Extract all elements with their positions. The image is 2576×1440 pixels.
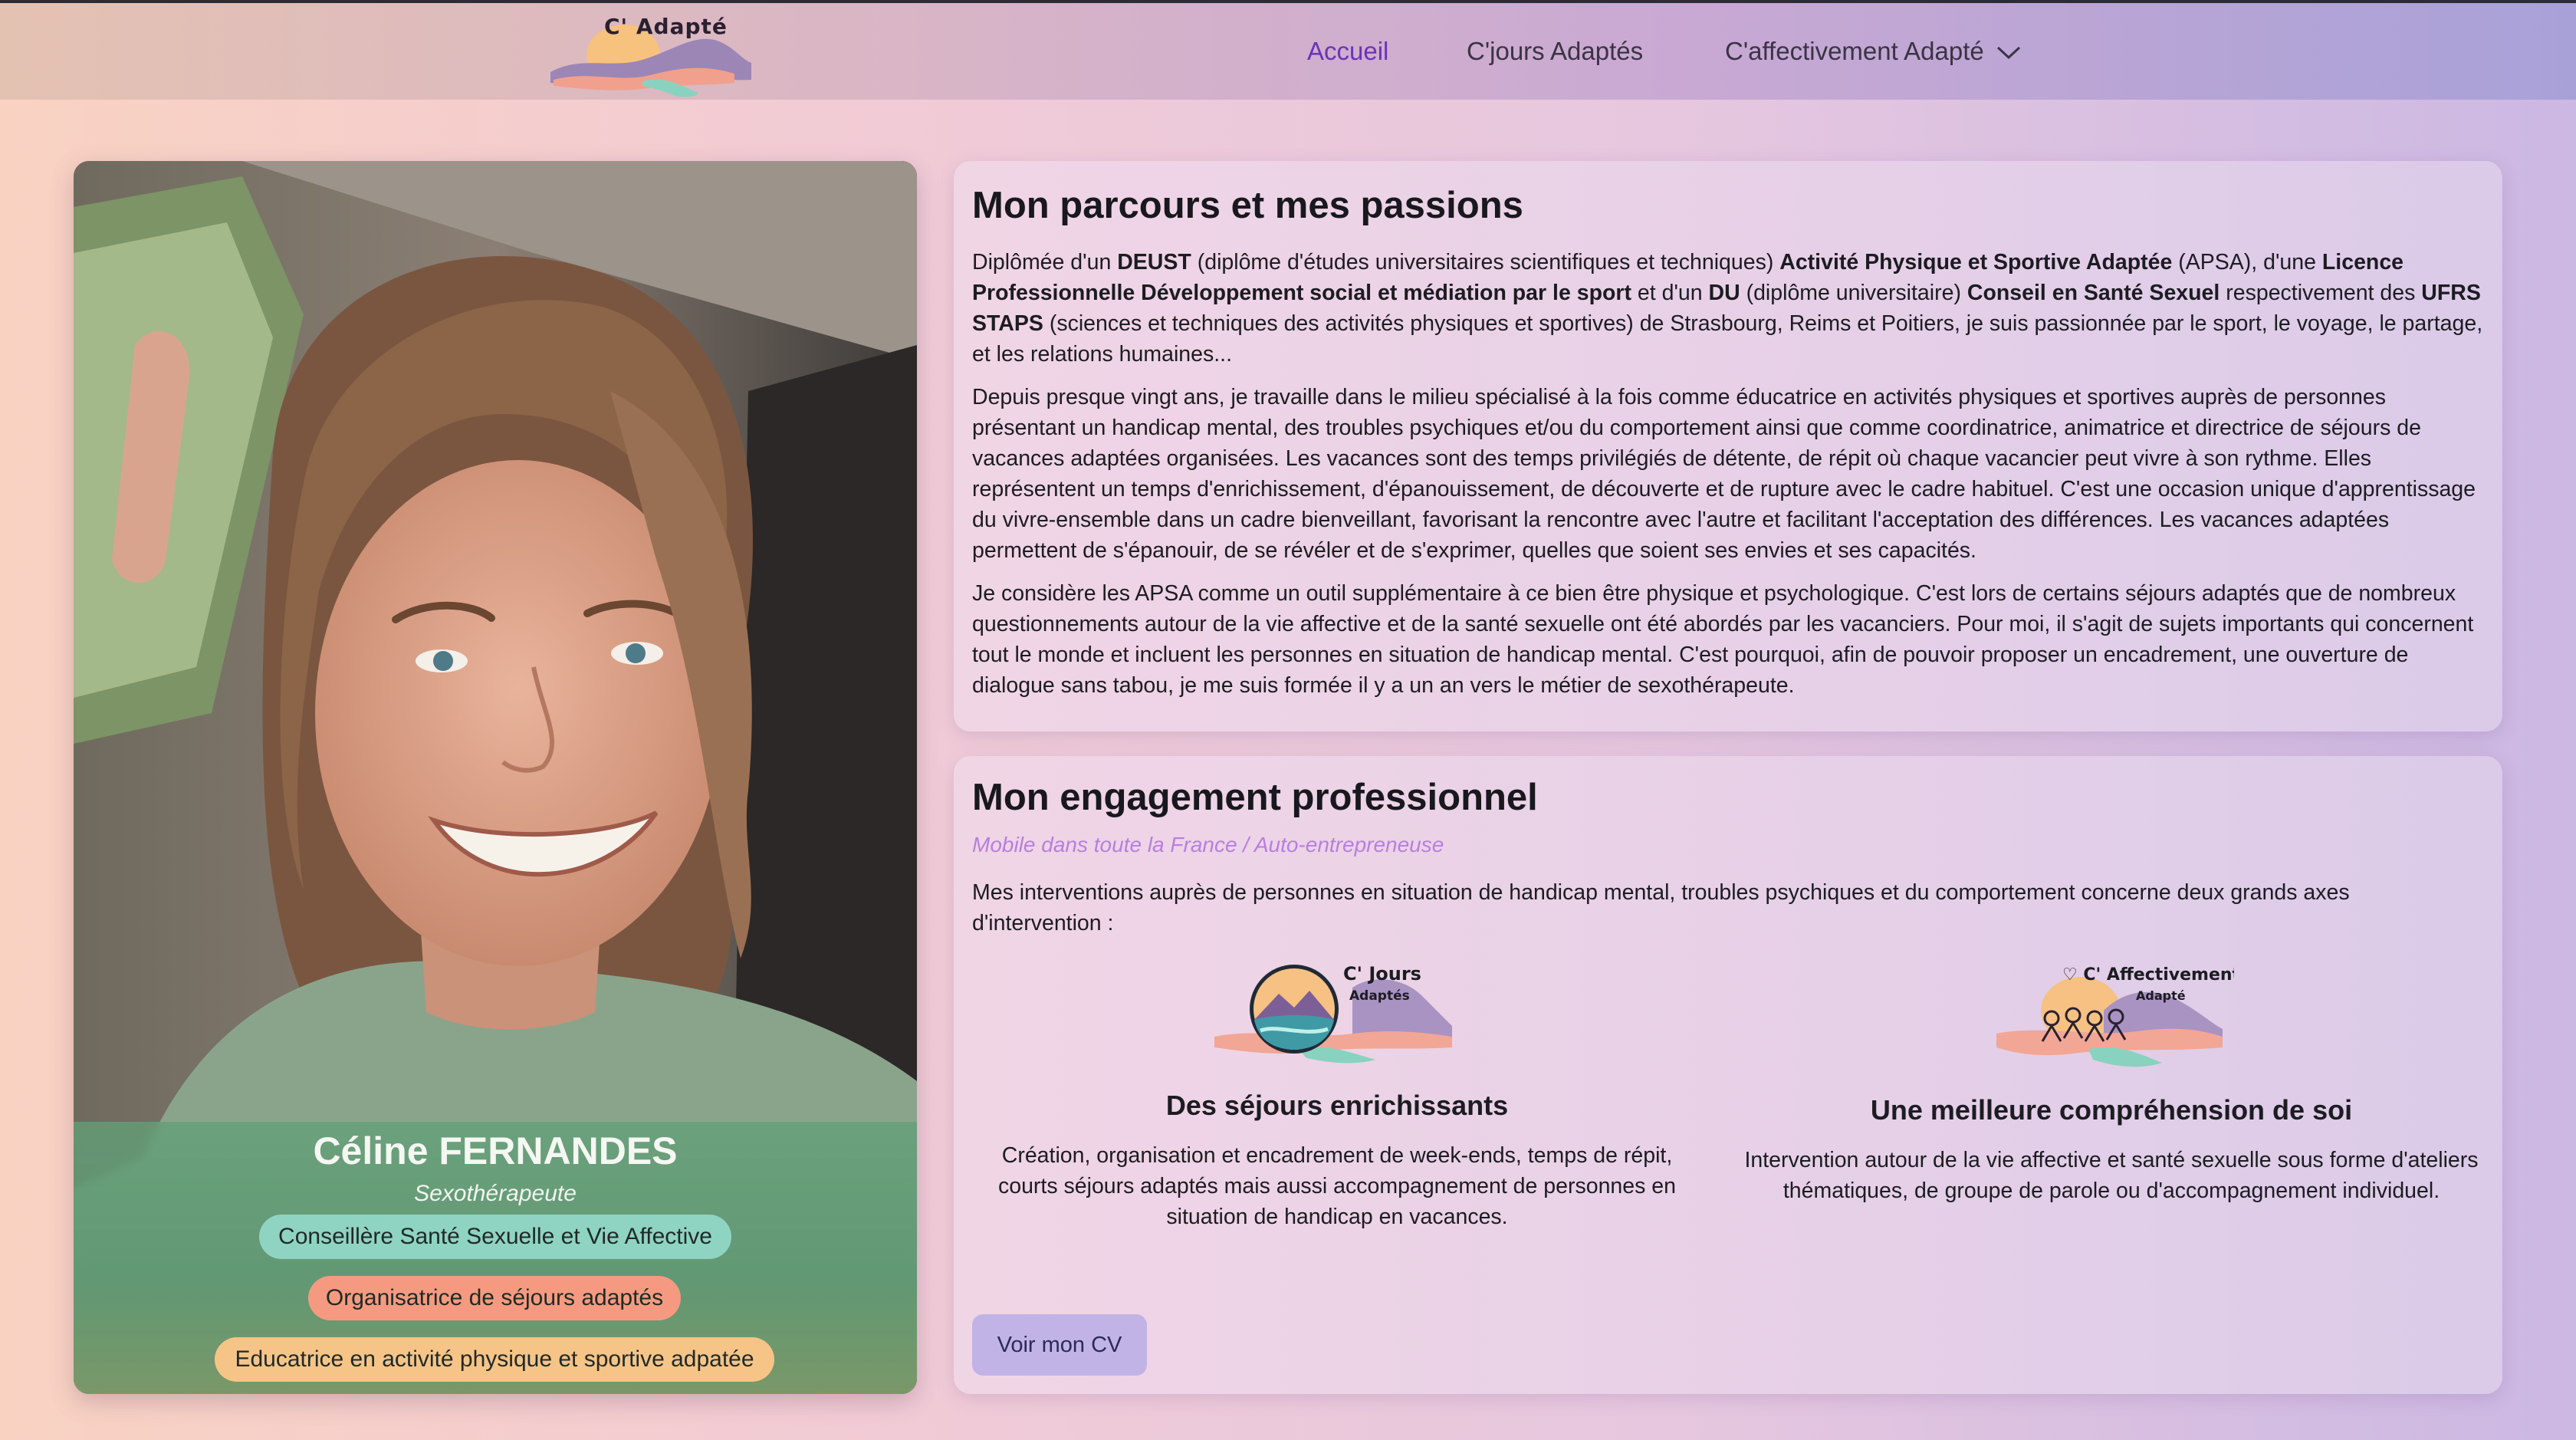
chevron-down-icon bbox=[1996, 47, 2020, 60]
axis-sejours-text: Création, organisation et encadrement de… bbox=[997, 1143, 1676, 1229]
engagement-intro: Mes interventions auprès de personnes en… bbox=[972, 880, 2350, 935]
tag-conseillere: Conseillère Santé Sexuelle et Vie Affect… bbox=[259, 1215, 731, 1259]
cjours-logo-line2: Adaptés bbox=[1349, 988, 1410, 1004]
tag-educatrice: Educatrice en activité physique et sport… bbox=[215, 1337, 774, 1382]
profile-name: Céline FERNANDES bbox=[313, 1129, 678, 1172]
caffectivement-logo-line1: ♡ C' Affectivement bbox=[2062, 965, 2234, 985]
p1-bold-conseil: Conseil en Santé Sexuel bbox=[1967, 281, 2220, 305]
parcours-title: Mon parcours et mes passions bbox=[972, 185, 1523, 226]
p1-bold-apsa: Activité Physique et Sportive Adaptée bbox=[1779, 250, 2173, 275]
p1-text-7: (sciences et techniques des activités ph… bbox=[972, 311, 2483, 367]
axis-comprehension-title: Une meilleure compréhension de soi bbox=[1870, 1094, 2353, 1126]
cjours-logo-line1: C' Jours bbox=[1343, 963, 1421, 985]
p1-text-3: (APSA), d'une bbox=[2172, 250, 2322, 275]
main-nav: Accueil C'jours Adaptés C'affectivement … bbox=[0, 37, 2576, 75]
p1-text-2: (diplôme d'études universitaires scienti… bbox=[1191, 250, 1780, 275]
p1-bold-deust: DEUST bbox=[1117, 250, 1191, 275]
nav-item-accueil[interactable]: Accueil bbox=[1307, 37, 1388, 66]
axis-comprehension: ♡ C' Affectivement Adapté Une meilleure … bbox=[1736, 957, 2487, 1206]
p1-text-1: Diplômée d'un bbox=[972, 250, 1118, 275]
caffectivement-logo-line2: Adapté bbox=[2136, 988, 2186, 1003]
engagement-title: Mon engagement professionnel bbox=[972, 777, 1538, 818]
caffectivement-adapte-logo: ♡ C' Affectivement Adapté bbox=[1996, 965, 2241, 1067]
parcours-paragraph-3: Je considère les APSA comme un outil sup… bbox=[972, 581, 2474, 698]
view-cv-button[interactable]: Voir mon CV bbox=[972, 1314, 1147, 1376]
profile-card: Céline FERNANDES Sexothérapeute Conseill… bbox=[74, 161, 917, 1394]
engagement-subtitle: Mobile dans toute la France / Auto-entre… bbox=[972, 833, 1444, 856]
navbar: C' Adapté Accueil C'jours Adaptés C'affe… bbox=[0, 3, 2576, 100]
engagement-card: Mon engagement professionnel Mobile dans… bbox=[954, 756, 2502, 1394]
p1-text-5: (diplôme universitaire) bbox=[1740, 281, 1967, 305]
nav-item-caffectivement-label: C'affectivement Adapté bbox=[1725, 37, 1984, 65]
axis-sejours: C' Jours Adaptés Des séjours enrichissan… bbox=[969, 957, 1705, 1232]
nav-item-caffectivement-adapte[interactable]: C'affectivement Adapté bbox=[1725, 37, 2022, 66]
p1-text-4: et d'un bbox=[1631, 281, 1709, 305]
parcours-paragraph-2: Depuis presque vingt ans, je travaille d… bbox=[972, 385, 2476, 563]
logo-text: C' Adapté bbox=[604, 14, 728, 39]
cjours-adaptes-logo: C' Jours Adaptés bbox=[1214, 963, 1452, 1064]
tag-organisatrice: Organisatrice de séjours adaptés bbox=[308, 1276, 681, 1320]
p1-text-6: respectivement des bbox=[2220, 281, 2422, 305]
axis-sejours-title: Des séjours enrichissants bbox=[1165, 1090, 1509, 1121]
parcours-paragraph-1: Diplômée d'un DEUST (diplôme d'études un… bbox=[972, 247, 2484, 370]
parcours-card: Mon parcours et mes passions Diplômée d'… bbox=[954, 161, 2502, 732]
nav-item-cjours-adaptes[interactable]: C'jours Adaptés bbox=[1467, 37, 1643, 66]
axis-comprehension-text: Intervention autour de la vie affective … bbox=[1744, 1148, 2479, 1203]
p1-bold-du: DU bbox=[1708, 281, 1740, 305]
profile-role: Sexothérapeute bbox=[414, 1181, 577, 1206]
